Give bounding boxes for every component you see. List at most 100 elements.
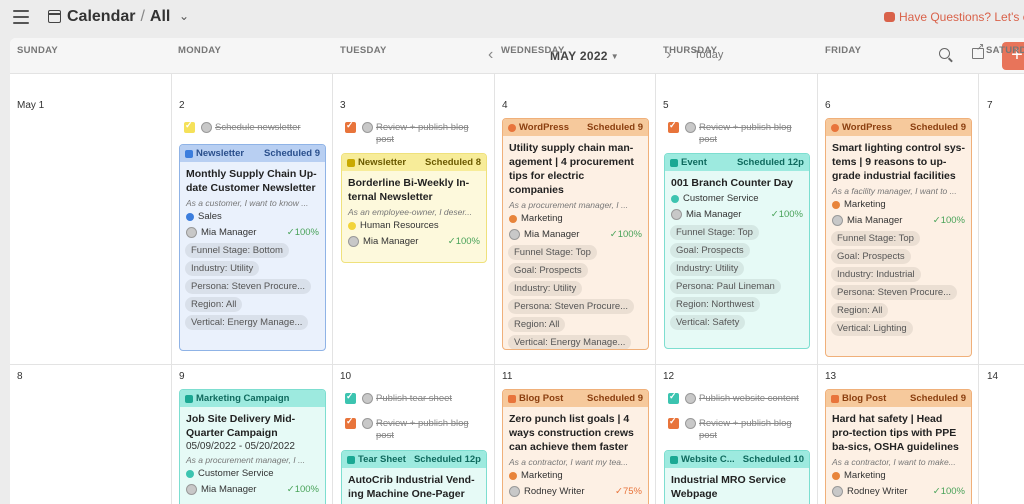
tag: Vertical: Safety xyxy=(670,315,746,330)
content-card[interactable]: Newsletter Scheduled 8 Borderline Bi-Week… xyxy=(341,153,487,263)
tag: Region: Northwest xyxy=(670,297,761,312)
card-subtitle: As a facility manager, I want to ... xyxy=(832,186,957,196)
content-card[interactable]: Event Scheduled 12p 001 Branch Counter Da… xyxy=(664,153,810,349)
task-item[interactable]: Review + publish blog xyxy=(699,418,792,430)
day-header-friday: FRIDAY xyxy=(825,45,862,56)
day-header-wednesday: WEDNESDAY xyxy=(501,45,565,56)
event-icon xyxy=(670,158,678,167)
card-title: Job Site Delivery Mid-Quarter Campaign xyxy=(186,413,296,439)
card-subtitle: As a procurement manager, I ... xyxy=(509,200,629,210)
date-label: 4 xyxy=(502,100,508,111)
day-header-saturday: SATURD xyxy=(986,45,1024,56)
task-item[interactable]: post xyxy=(376,430,394,442)
view-selector[interactable]: All xyxy=(150,8,170,25)
content-card[interactable]: Blog Post Scheduled 9 Hard hat safety | H… xyxy=(825,389,972,504)
tag: Industry: Industrial xyxy=(831,267,921,282)
category-dot xyxy=(832,200,840,209)
task-checkbox[interactable] xyxy=(345,416,356,429)
avatar xyxy=(348,236,359,247)
task-item[interactable]: Publish tear sheet xyxy=(376,393,452,405)
avatar xyxy=(362,418,373,429)
category-dot xyxy=(186,469,194,478)
page-title[interactable]: Calendar xyxy=(67,8,135,25)
content-card[interactable]: Website C... Scheduled 10 Industrial MRO … xyxy=(664,450,810,504)
task-checkbox[interactable] xyxy=(184,120,195,133)
card-title: Utility supply chain man-agement | 4 pro… xyxy=(509,142,634,196)
tag: Goal: Prospects xyxy=(831,249,911,264)
help-link[interactable]: Have Questions? Let's ch xyxy=(884,10,1024,24)
menu-icon[interactable] xyxy=(13,10,29,24)
card-title: Smart lighting control sys-tems | 9 reas… xyxy=(832,142,966,182)
tag: Region: All xyxy=(185,297,243,312)
tear-sheet-icon xyxy=(347,455,355,464)
category-dot xyxy=(832,471,840,480)
date-label: 3 xyxy=(340,100,346,111)
avatar xyxy=(509,486,520,497)
wordpress-icon xyxy=(508,123,516,132)
blog-icon xyxy=(831,394,839,403)
category-dot xyxy=(509,214,517,223)
task-item[interactable]: post xyxy=(376,134,394,146)
date-label: 10 xyxy=(340,371,352,382)
tag: Funnel Stage: Top xyxy=(831,231,920,246)
task-checkbox[interactable] xyxy=(668,391,679,404)
share-icon[interactable] xyxy=(972,42,984,59)
tag: Region: All xyxy=(831,303,889,318)
task-item[interactable]: Review + publish blog xyxy=(376,418,469,430)
content-card[interactable]: WordPress Scheduled 9 Smart lighting cont… xyxy=(825,118,972,357)
card-title: Industrial MRO Service Webpage xyxy=(671,474,786,500)
card-title: Borderline Bi-Weekly In-ternal Newslette… xyxy=(348,177,470,203)
task-checkbox[interactable] xyxy=(668,416,679,429)
chevron-down-icon[interactable]: ⌄ xyxy=(179,9,189,23)
avatar xyxy=(362,393,373,404)
day-header-thursday: THURSDAY xyxy=(663,45,718,56)
breadcrumb: Calendar / All xyxy=(67,8,171,25)
avatar xyxy=(685,122,696,133)
search-icon[interactable] xyxy=(939,48,950,59)
category-dot xyxy=(509,471,517,480)
tag: Industry: Utility xyxy=(185,261,260,276)
task-item[interactable]: post xyxy=(699,430,717,442)
content-card[interactable]: Blog Post Scheduled 9 Zero punch list goa… xyxy=(502,389,649,504)
content-card[interactable]: WordPress Scheduled 9 Utility supply chai… xyxy=(502,118,649,350)
task-item[interactable]: Schedule newsletter xyxy=(215,122,301,134)
tag: Industry: Utility xyxy=(670,261,745,276)
task-item[interactable]: post xyxy=(699,134,717,146)
content-card[interactable]: Tear Sheet Scheduled 12p AutoCrib Industr… xyxy=(341,450,487,504)
wordpress-icon xyxy=(831,123,839,132)
avatar xyxy=(685,393,696,404)
avatar xyxy=(362,122,373,133)
avatar xyxy=(832,486,843,497)
tag: Persona: Steven Procure... xyxy=(185,279,312,294)
calendar-panel: ‹ MAY 2022▼ › Today + SUNDAY MONDAY TUES… xyxy=(10,38,1024,504)
task-item[interactable]: Publish website content xyxy=(699,393,799,405)
prev-month-icon[interactable]: ‹ xyxy=(488,46,493,64)
calendar-toolbar: ‹ MAY 2022▼ › Today + xyxy=(10,38,1024,74)
date-label: 7 xyxy=(987,100,993,111)
tag: Funnel Stage: Top xyxy=(670,225,759,240)
tag: Funnel Stage: Bottom xyxy=(185,243,289,258)
card-title: 001 Branch Counter Day xyxy=(671,177,793,189)
tag: Vertical: Energy Manage... xyxy=(185,315,309,330)
card-subtitle: As a contractor, I want to make... xyxy=(832,457,956,467)
top-bar: Calendar / All ⌄ Have Questions? Let's ch xyxy=(0,0,1024,36)
avatar xyxy=(832,215,843,226)
card-title: Hard hat safety | Head pro-tection tips … xyxy=(832,413,959,453)
task-item[interactable]: Review + publish blog xyxy=(699,122,792,134)
task-checkbox[interactable] xyxy=(345,391,356,404)
tag: Persona: Paul Lineman xyxy=(670,279,781,294)
task-checkbox[interactable] xyxy=(668,120,679,133)
newsletter-icon xyxy=(185,149,193,158)
content-card[interactable]: Marketing Campaign Job Site Delivery Mid… xyxy=(179,389,326,504)
task-item[interactable]: Review + publish blog xyxy=(376,122,469,134)
avatar xyxy=(186,484,197,495)
content-card[interactable]: Newsletter Scheduled 9 Monthly Supply Cha… xyxy=(179,144,326,351)
newsletter-icon xyxy=(347,158,355,167)
date-label: 5 xyxy=(663,100,669,111)
tag: Funnel Stage: Top xyxy=(508,245,597,260)
card-subtitle: As a customer, I want to know ... xyxy=(186,198,309,208)
task-checkbox[interactable] xyxy=(345,120,356,133)
date-label: 13 xyxy=(825,371,837,382)
campaign-dates: 05/09/2022 - 05/20/2022 xyxy=(186,441,295,452)
day-header-tuesday: TUESDAY xyxy=(340,45,387,56)
